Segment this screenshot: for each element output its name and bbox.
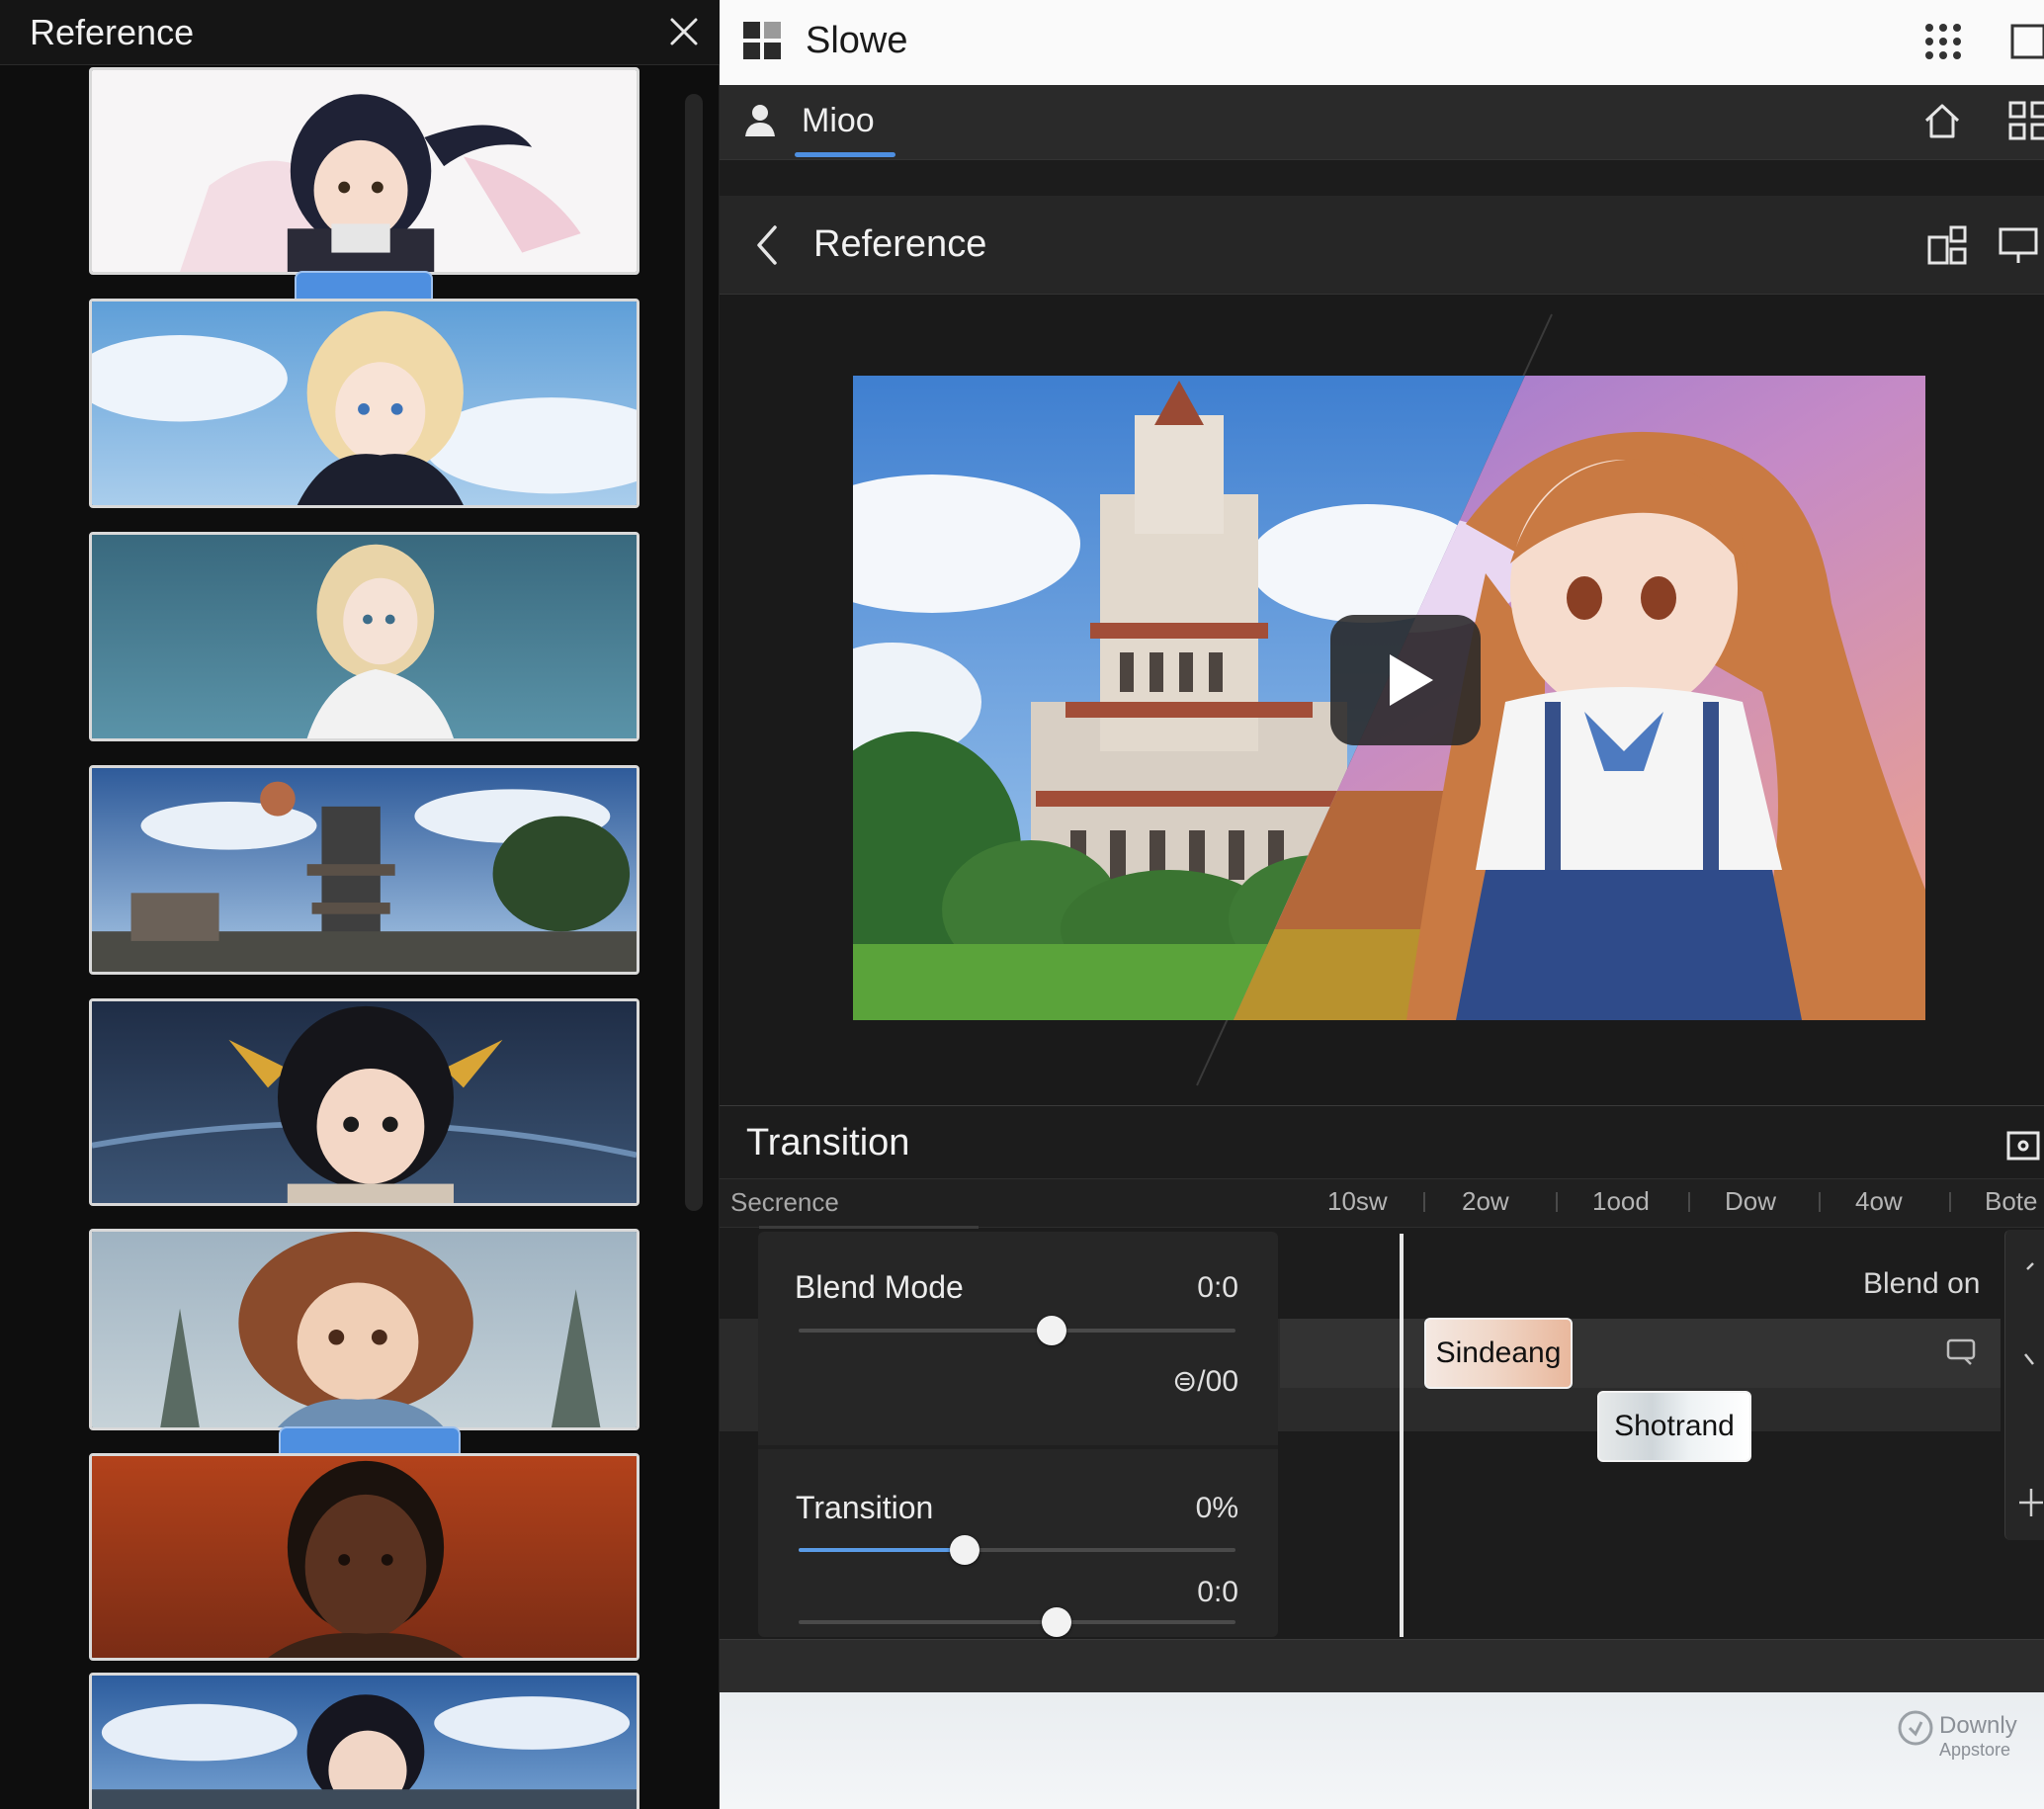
app-title-bar — [720, 0, 2044, 85]
watermark-name: Downly — [1939, 1712, 2017, 1739]
thumbnail-boy-dark-spiky[interactable] — [89, 998, 639, 1206]
ruler-tick: Dow — [1725, 1186, 1777, 1216]
play-button[interactable] — [1330, 615, 1481, 745]
thumbnail-girl-dark-ponytail[interactable] — [89, 67, 639, 275]
ruler-separator — [1556, 1192, 1558, 1212]
transition-slider[interactable] — [799, 1535, 1235, 1565]
extra-slider-value: 0:0 — [1197, 1576, 1238, 1608]
ruler-tick: 2ow — [1462, 1186, 1509, 1216]
user-tab[interactable]: Mioo — [802, 102, 875, 140]
expand-icon[interactable] — [2004, 1125, 2044, 1164]
thumbnail-temple-landscape[interactable] — [89, 765, 639, 975]
active-tab-indicator — [795, 152, 895, 157]
apps-grid-icon[interactable] — [1921, 20, 1965, 63]
blend-sub-value: ⊜/00 — [1172, 1365, 1238, 1398]
playhead[interactable] — [1400, 1234, 1404, 1637]
transition-slider-label: Transition — [796, 1490, 934, 1525]
tool-up-icon — [2026, 1262, 2034, 1270]
ruler-tick: Bote — [1985, 1186, 2038, 1216]
app-title: Slowe — [806, 20, 908, 61]
sidebar-scrollbar[interactable] — [685, 94, 703, 1211]
ruler-separator — [1819, 1192, 1821, 1212]
ruler-tick: 10sw — [1327, 1186, 1388, 1216]
blend-mode-value: 0:0 — [1197, 1271, 1238, 1304]
ruler-tick: 1ood — [1592, 1186, 1650, 1216]
card-divider — [758, 1445, 1278, 1449]
blend-on-label: Blend on — [1863, 1267, 1981, 1300]
track-options-icon[interactable] — [1945, 1336, 1981, 1368]
timeline-track[interactable] — [1280, 1319, 2001, 1388]
tool-down-icon — [2024, 1353, 2034, 1365]
ruler-separator — [1688, 1192, 1690, 1212]
window-icon[interactable] — [2008, 20, 2044, 63]
app-logo-icon — [743, 22, 781, 59]
thumbnail-girl-blonde-teal[interactable] — [89, 532, 639, 741]
clip-label: Sindeang — [1435, 1336, 1562, 1369]
play-icon — [1390, 654, 1433, 706]
reference-title: Reference — [813, 223, 987, 265]
slider-knob[interactable] — [949, 1535, 979, 1565]
present-icon[interactable] — [1997, 223, 2040, 267]
timeline-clip[interactable]: Sindeang — [1424, 1318, 1573, 1389]
thumbnail-girl-curly[interactable] — [89, 1229, 639, 1430]
thumbnail-man-red-sky[interactable] — [89, 1453, 639, 1661]
timeline-clip[interactable]: Shotrand — [1597, 1391, 1751, 1462]
transition-slider-value: 0% — [1195, 1492, 1238, 1524]
slider-knob[interactable] — [1041, 1607, 1071, 1637]
sidebar-title: Reference — [30, 12, 195, 52]
clip-label: Shotrand — [1614, 1410, 1735, 1442]
timeline-footer — [720, 1639, 2044, 1692]
timeline-side-tools — [2004, 1230, 2044, 1540]
thumbnail-girl-blonde-sky[interactable] — [89, 299, 639, 508]
chevron-left-icon[interactable] — [749, 221, 785, 269]
grid-view-icon[interactable] — [2006, 99, 2044, 142]
thumbnail-boy-dark-blue-sky[interactable] — [89, 1673, 639, 1809]
watermark-sub: Appstore — [1939, 1740, 2011, 1760]
user-icon — [743, 103, 777, 138]
add-icon — [2019, 1489, 2043, 1516]
ruler-separator — [1949, 1192, 1951, 1212]
sequence-label: Secrence — [730, 1187, 839, 1217]
ruler-separator — [1423, 1192, 1425, 1212]
home-icon[interactable] — [1920, 99, 1964, 142]
share-icon[interactable] — [1925, 223, 1969, 267]
close-icon[interactable] — [662, 10, 706, 53]
blend-mode-slider[interactable] — [799, 1316, 1235, 1345]
transition-title: Transition — [746, 1122, 910, 1163]
toolbar-spacer — [720, 160, 2044, 196]
watermark-logo-icon — [1896, 1708, 1935, 1748]
extra-slider[interactable] — [799, 1607, 1235, 1637]
sequence-underline — [759, 1226, 979, 1229]
ruler-tick: 4ow — [1855, 1186, 1903, 1216]
user-tab-bar — [720, 85, 2044, 160]
slider-fill — [799, 1548, 965, 1552]
blend-mode-label: Blend Mode — [795, 1269, 964, 1305]
bottom-area — [720, 1692, 2044, 1809]
